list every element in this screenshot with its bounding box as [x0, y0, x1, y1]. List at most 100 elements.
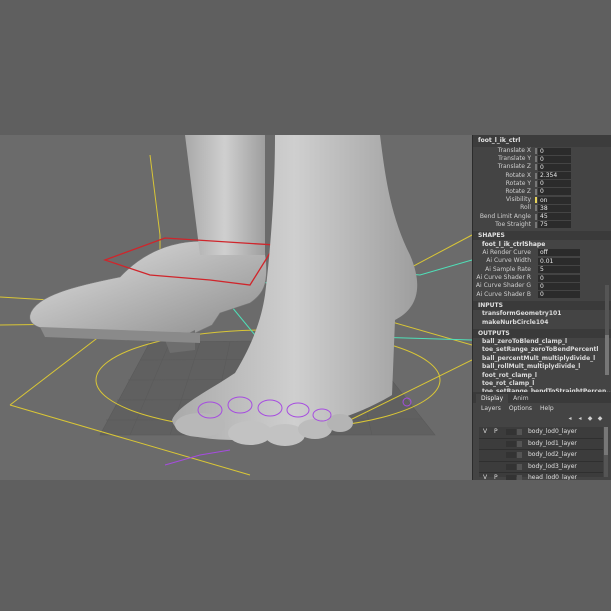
- node-name[interactable]: foot_l_ik_ctrl: [473, 135, 611, 147]
- display-type-toggle[interactable]: [506, 475, 516, 480]
- visibility-toggle[interactable]: V: [483, 427, 491, 438]
- new-layer-selected-icon[interactable]: ◆: [597, 416, 603, 422]
- attribute-row[interactable]: Rotate Z 0: [473, 188, 611, 196]
- layer-name[interactable]: body_lod3_layer: [528, 462, 577, 473]
- attribute-row[interactable]: Translate Z 0: [473, 163, 611, 171]
- input-node-item[interactable]: makeNurbCircle104: [473, 319, 611, 327]
- keyable-marker: [535, 156, 537, 163]
- playback-toggle[interactable]: P: [494, 427, 502, 438]
- attribute-row[interactable]: Translate Y 0: [473, 155, 611, 163]
- shape-attribute-label: Ai Curve Shader R: [476, 274, 531, 282]
- layer-name[interactable]: body_lod0_layer: [528, 427, 577, 438]
- shape-attribute-value[interactable]: off: [538, 249, 580, 257]
- attribute-row[interactable]: Toe Straight 75: [473, 221, 611, 229]
- attribute-value-field[interactable]: 0: [538, 163, 571, 171]
- attribute-value-field[interactable]: 0: [538, 147, 571, 155]
- layer-color-swatch-icon[interactable]: [517, 475, 522, 480]
- layer-list: V P body_lod0_layer body_lod1_layer body…: [479, 427, 603, 480]
- layer-editor: Display Anim Layers Options Help ◂ ◂ ◆ ◆…: [472, 392, 611, 480]
- shape-attribute-row[interactable]: Ai Render Curve off: [473, 249, 611, 257]
- shape-attribute-label: Ai Curve Width: [486, 257, 531, 265]
- shape-attribute-value[interactable]: 0.01: [538, 257, 580, 265]
- attribute-row[interactable]: Rotate X 2.354: [473, 172, 611, 180]
- shape-attribute-value[interactable]: 0: [538, 274, 580, 282]
- menu-help[interactable]: Help: [540, 403, 554, 414]
- layer-color-swatch-icon[interactable]: [517, 463, 522, 470]
- tab-anim[interactable]: Anim: [508, 394, 533, 403]
- attribute-value-field[interactable]: 0: [538, 188, 571, 196]
- move-layer-down-icon[interactable]: ◂: [577, 416, 583, 422]
- layer-name[interactable]: body_lod2_layer: [528, 450, 577, 461]
- attribute-row[interactable]: Translate X 0: [473, 147, 611, 155]
- output-node-item[interactable]: foot_rot_clamp_l: [473, 372, 611, 380]
- keyable-marker: [535, 197, 537, 204]
- attribute-value-field[interactable]: 0: [538, 155, 571, 163]
- shoe-model: [29, 240, 267, 353]
- layer-list-scrollbar[interactable]: [604, 427, 608, 477]
- attribute-value-field[interactable]: 2.354: [538, 172, 571, 180]
- display-type-toggle[interactable]: [506, 463, 516, 470]
- layer-color-swatch-icon[interactable]: [517, 429, 522, 435]
- display-type-toggle[interactable]: [506, 429, 516, 435]
- output-node-item[interactable]: ball_percentMult_multiplydivide_l: [473, 355, 611, 363]
- layer-row[interactable]: body_lod2_layer: [479, 450, 603, 462]
- playback-toggle[interactable]: P: [494, 473, 502, 480]
- shape-attribute-value[interactable]: 0: [538, 282, 580, 290]
- layer-editor-tabs: Display Anim: [473, 392, 611, 403]
- shape-attribute-value[interactable]: 0: [538, 291, 580, 299]
- layer-color-swatch-icon[interactable]: [517, 452, 522, 458]
- shape-attribute-value[interactable]: 5: [538, 266, 580, 274]
- layer-row[interactable]: V P body_lod0_layer: [479, 427, 603, 439]
- shape-node-name[interactable]: foot_l_ik_ctrlShape: [473, 240, 611, 249]
- move-layer-up-icon[interactable]: ◂: [567, 416, 573, 422]
- visibility-toggle[interactable]: V: [483, 473, 491, 480]
- shape-attribute-row[interactable]: Ai Curve Shader R 0: [473, 274, 611, 282]
- attribute-value-field[interactable]: 0: [538, 180, 571, 188]
- attribute-value-field[interactable]: 75: [538, 221, 571, 229]
- keyable-marker: [535, 213, 537, 220]
- scrollbar-thumb[interactable]: [604, 427, 608, 455]
- shape-attribute-label: Ai Curve Shader B: [476, 290, 531, 298]
- layer-name[interactable]: head_lod0_layer: [528, 473, 577, 480]
- shape-attribute-row[interactable]: Ai Curve Shader B 0: [473, 291, 611, 299]
- attribute-row[interactable]: Rotate Y 0: [473, 180, 611, 188]
- layer-name[interactable]: body_lod1_layer: [528, 439, 577, 450]
- scrollbar-thumb[interactable]: [605, 335, 609, 375]
- shape-attribute-label: Ai Render Curve: [482, 248, 531, 256]
- layer-row[interactable]: body_lod1_layer: [479, 439, 603, 450]
- attribute-label: Translate Y: [498, 155, 531, 163]
- keyable-marker: [535, 221, 537, 228]
- keyable-marker: [535, 148, 537, 154]
- keyable-marker: [535, 180, 537, 187]
- channel-box-scrollbar[interactable]: [605, 285, 609, 375]
- attribute-label: Roll: [520, 204, 531, 212]
- display-type-toggle[interactable]: [506, 452, 516, 458]
- input-node-item[interactable]: transformGeometry101: [473, 310, 611, 318]
- layer-row[interactable]: body_lod3_layer: [479, 462, 603, 473]
- shape-attribute-row[interactable]: Ai Curve Width 0.01: [473, 257, 611, 265]
- menu-layers[interactable]: Layers: [481, 403, 501, 414]
- viewport-scene: [0, 135, 472, 476]
- shapes-header: SHAPES: [473, 230, 611, 240]
- attribute-value-field[interactable]: on: [538, 196, 571, 204]
- attribute-row[interactable]: Roll 38: [473, 204, 611, 212]
- inputs-header: INPUTS: [473, 301, 611, 311]
- display-type-toggle[interactable]: [506, 440, 516, 447]
- output-node-item[interactable]: ball_rollMult_multiplydivide_l: [473, 363, 611, 371]
- attribute-value-field[interactable]: 38: [538, 204, 571, 212]
- maya-3d-viewport[interactable]: [0, 135, 472, 480]
- attribute-value-field[interactable]: 45: [538, 213, 571, 220]
- attribute-label: Rotate Z: [505, 187, 531, 195]
- output-node-item[interactable]: ball_zeroToBlend_clamp_l: [473, 338, 611, 346]
- menu-options[interactable]: Options: [509, 403, 532, 414]
- shape-attribute-row[interactable]: Ai Sample Rate 5: [473, 266, 611, 274]
- output-node-item[interactable]: toe_rot_clamp_l: [473, 380, 611, 388]
- layer-color-swatch-icon[interactable]: [517, 440, 522, 447]
- tab-display[interactable]: Display: [476, 394, 509, 403]
- attribute-row[interactable]: Visibility on: [473, 196, 611, 204]
- output-node-item[interactable]: toe_setRange_zeroToBendPercentl: [473, 346, 611, 354]
- attribute-row[interactable]: Bend Limit Angle 45: [473, 213, 611, 221]
- layer-row[interactable]: V P head_lod0_layer: [479, 473, 603, 480]
- shape-attribute-row[interactable]: Ai Curve Shader G 0: [473, 282, 611, 290]
- new-layer-icon[interactable]: ◆: [587, 416, 593, 422]
